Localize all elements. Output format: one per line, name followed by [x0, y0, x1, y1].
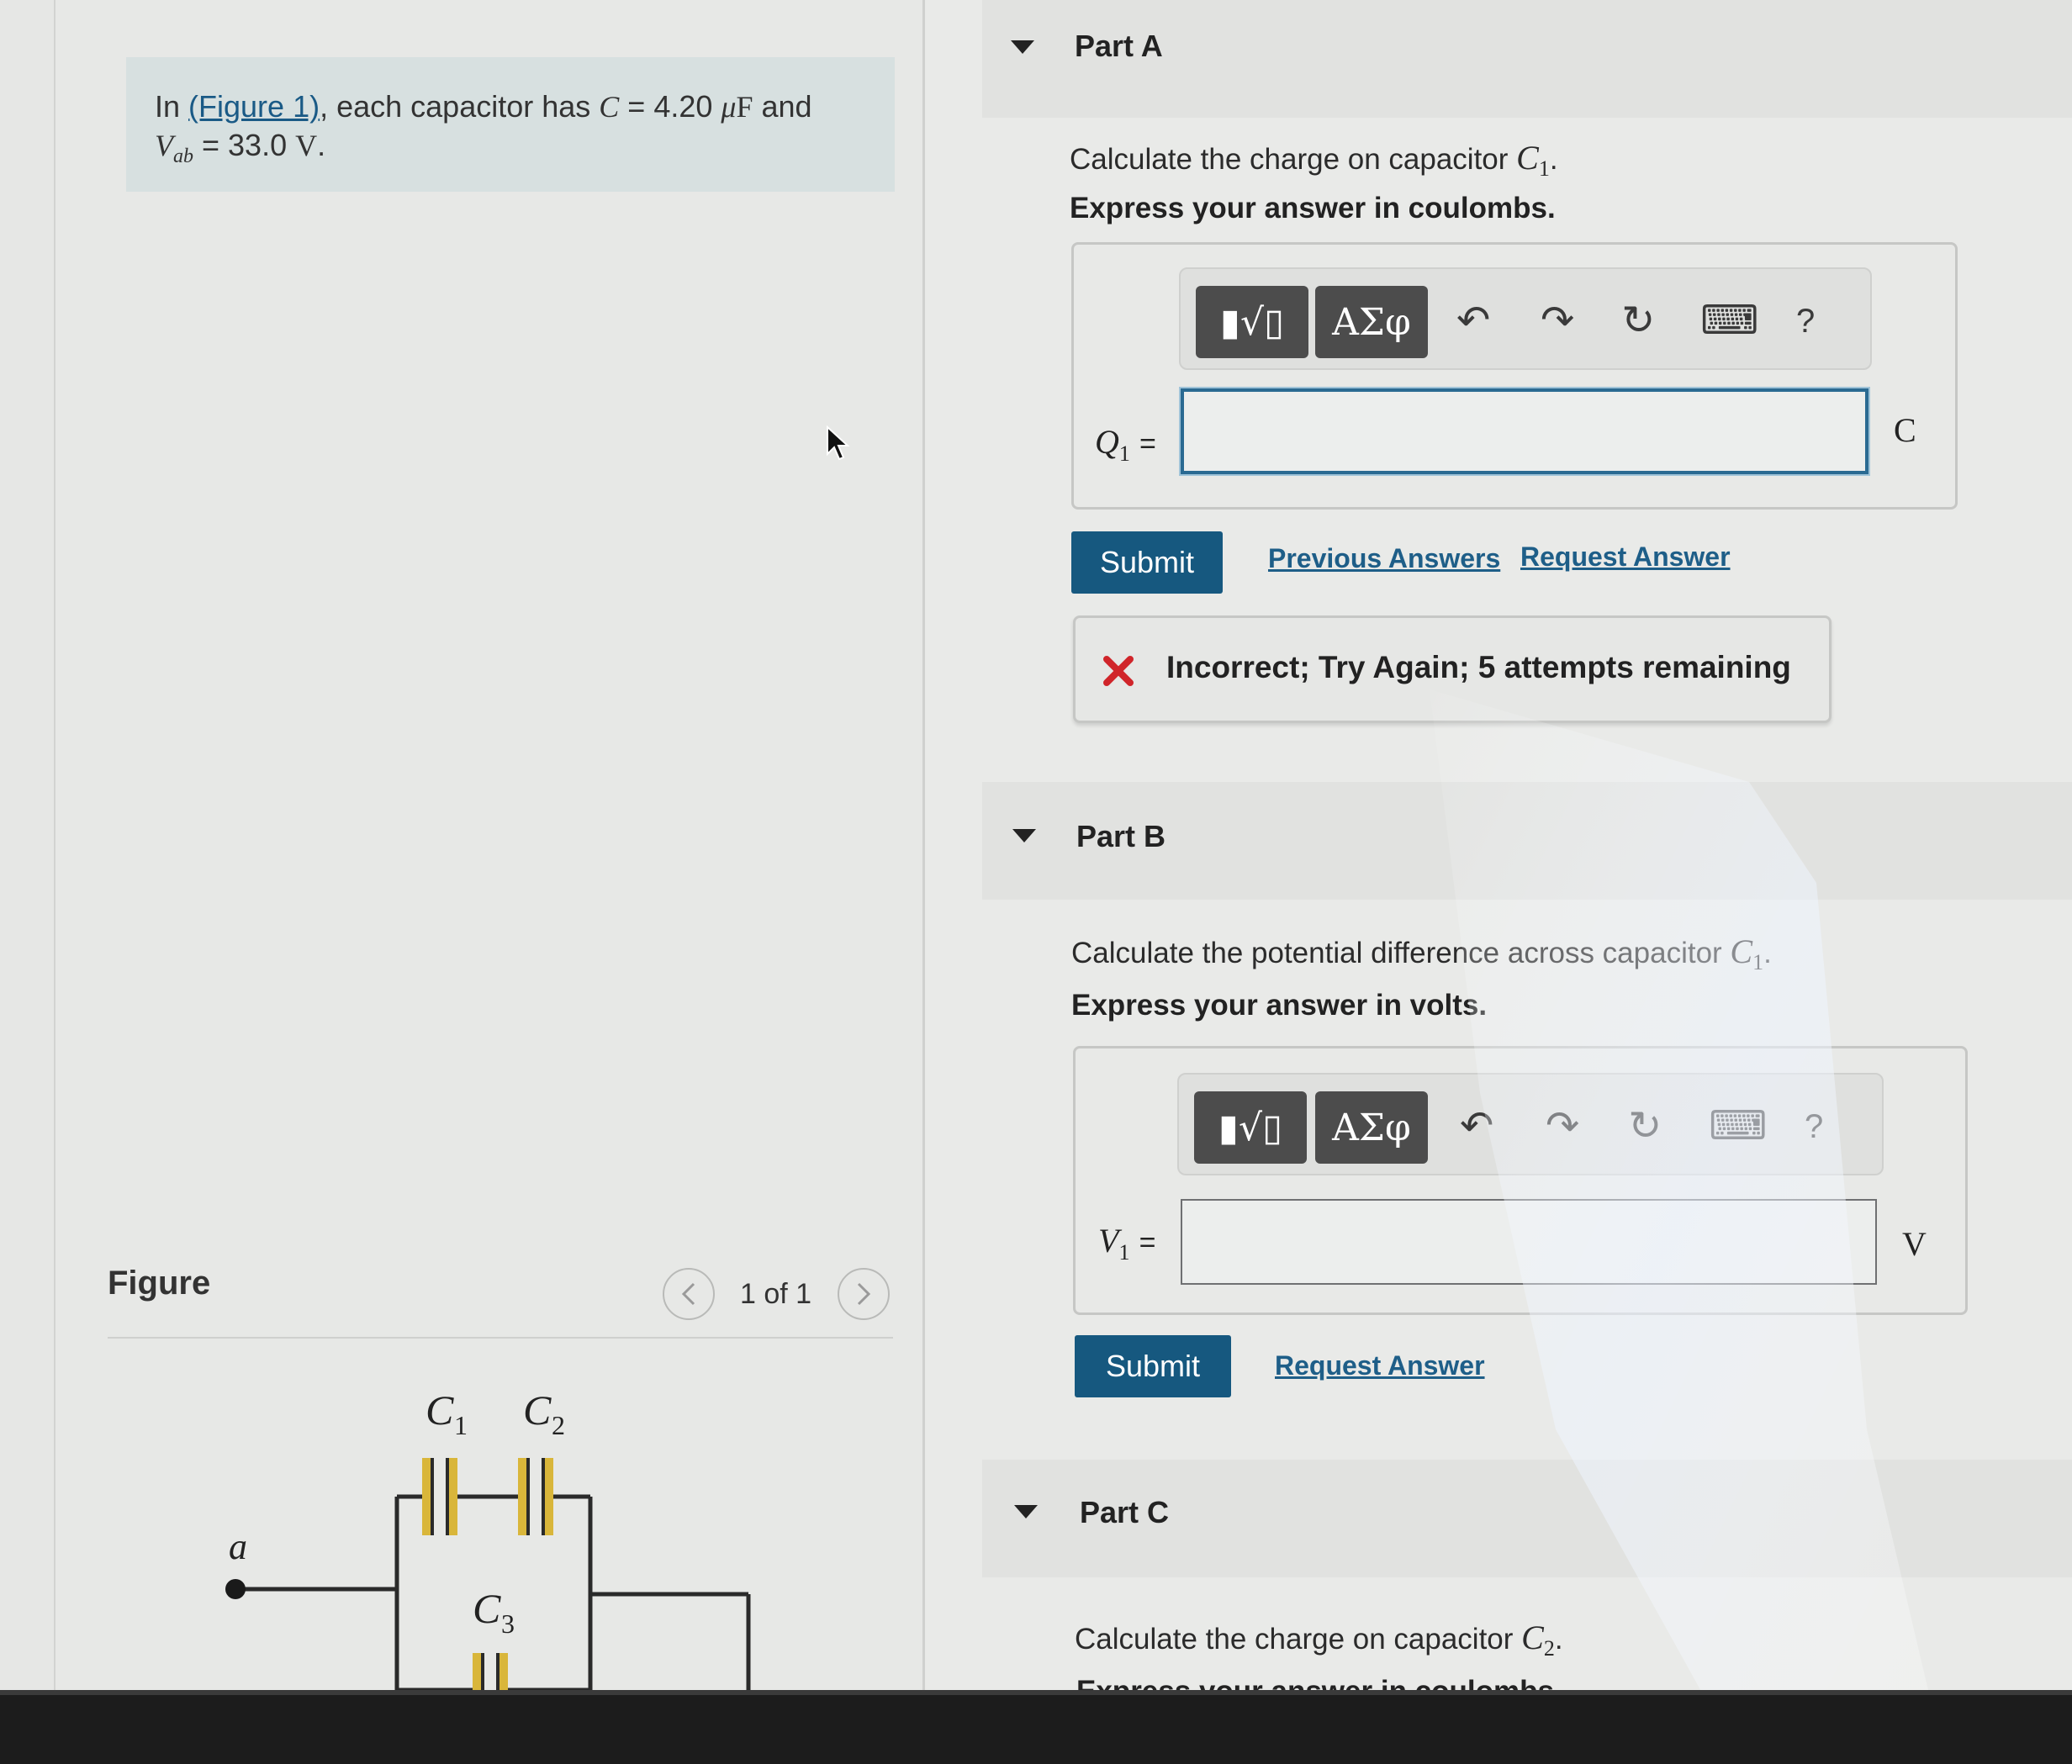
- chevron-right-icon: [857, 1282, 871, 1306]
- caret-down-icon[interactable]: [1011, 40, 1034, 54]
- problem-text: .: [317, 128, 326, 162]
- c3-label: C: [473, 1585, 501, 1632]
- math-value: = 4.20: [619, 89, 722, 124]
- math-sub: 1: [1538, 156, 1550, 181]
- math-var: C: [599, 90, 620, 124]
- reset-icon[interactable]: ↻: [1621, 301, 1655, 341]
- greek-icon: ΑΣφ: [1332, 1106, 1411, 1149]
- math-sub: 1: [1118, 441, 1130, 466]
- template-icon: ▮√▯: [1218, 1106, 1283, 1149]
- c1-label: C: [426, 1386, 454, 1434]
- caret-down-icon[interactable]: [1012, 829, 1036, 842]
- mouse-cursor-icon: [827, 425, 850, 461]
- part-b-request-answer-link[interactable]: Request Answer: [1275, 1350, 1485, 1381]
- math-sub: 1: [1752, 950, 1764, 974]
- figure-title: Figure: [108, 1265, 211, 1302]
- part-a-instruction: Express your answer in coulombs.: [1070, 192, 1556, 224]
- chevron-left-icon: [681, 1282, 695, 1306]
- template-icon: ▮√▯: [1219, 300, 1285, 344]
- template-button[interactable]: ▮√▯: [1194, 1091, 1307, 1164]
- math-var: C: [1516, 139, 1539, 177]
- problem-statement: In (Figure 1), each capacitor has C = 4.…: [126, 57, 895, 192]
- part-b-math-toolbar: ▮√▯ ΑΣφ ↶ ↷ ↻ ⌨ ?: [1177, 1073, 1884, 1175]
- c2-label: C: [523, 1386, 552, 1434]
- part-a-answer-input[interactable]: [1181, 388, 1868, 474]
- part-c-label[interactable]: Part C: [1080, 1495, 1169, 1530]
- undo-icon[interactable]: ↶: [1460, 1106, 1493, 1147]
- node-a-label: a: [229, 1526, 247, 1567]
- figure-divider: [108, 1337, 893, 1339]
- part-b-variable-label: V1 =: [1098, 1221, 1155, 1265]
- c3-sub: 3: [501, 1608, 515, 1639]
- question-text: Calculate the potential difference acros…: [1071, 937, 1731, 969]
- part-b-submit-button[interactable]: Submit: [1075, 1335, 1231, 1397]
- math-var: Q: [1095, 423, 1119, 461]
- greek-symbols-button[interactable]: ΑΣφ: [1315, 1091, 1428, 1164]
- question-text: Calculate the charge on capacitor: [1075, 1623, 1522, 1656]
- math-unit: μ: [721, 90, 737, 124]
- math-sub: 2: [1543, 1636, 1555, 1661]
- part-c-question: Calculate the charge on capacitor C2.: [1075, 1619, 1563, 1661]
- math-unit: F: [736, 90, 753, 124]
- math-value: = 33.0: [193, 128, 296, 162]
- help-icon[interactable]: ?: [1796, 301, 1815, 341]
- part-a-request-answer-link[interactable]: Request Answer: [1520, 541, 1731, 573]
- feedback-text: Incorrect; Try Again; 5 attempts remaini…: [1166, 650, 1791, 684]
- part-b-unit: V: [1902, 1225, 1927, 1263]
- part-b-instruction: Express your answer in volts.: [1071, 989, 1488, 1022]
- part-a-unit: C: [1894, 411, 1916, 449]
- part-b-label[interactable]: Part B: [1076, 819, 1166, 854]
- math-var: V: [155, 129, 173, 162]
- redo-icon[interactable]: ↷: [1541, 301, 1574, 341]
- help-icon[interactable]: ?: [1805, 1106, 1823, 1147]
- problem-text: and: [753, 89, 812, 124]
- part-a-label[interactable]: Part A: [1075, 29, 1163, 64]
- figure-counter: 1 of 1: [740, 1278, 812, 1310]
- figure-next-button[interactable]: [838, 1268, 890, 1320]
- math-sub: 1: [1118, 1240, 1130, 1265]
- screen-bezel: [0, 1695, 2072, 1764]
- previous-answers-link[interactable]: Previous Answers: [1268, 543, 1500, 574]
- reset-icon[interactable]: ↻: [1628, 1106, 1662, 1147]
- part-a-variable-label: Q1 =: [1095, 422, 1156, 467]
- node-a-dot: [225, 1579, 246, 1599]
- figure-link[interactable]: (Figure 1): [188, 89, 320, 124]
- equals-sign: =: [1139, 428, 1156, 460]
- problem-text: In: [155, 89, 189, 124]
- keyboard-icon[interactable]: ⌨: [1700, 301, 1758, 341]
- math-var: C: [1521, 1619, 1544, 1656]
- redo-icon[interactable]: ↷: [1546, 1106, 1579, 1147]
- math-var: C: [1730, 932, 1753, 970]
- part-b-answer-input[interactable]: [1181, 1199, 1877, 1285]
- figure-prev-button[interactable]: [663, 1268, 715, 1320]
- part-a-math-toolbar: ▮√▯ ΑΣφ ↶ ↷ ↻ ⌨ ?: [1179, 267, 1872, 370]
- c2-sub: 2: [552, 1410, 565, 1440]
- undo-icon[interactable]: ↶: [1456, 301, 1490, 341]
- problem-text: , each capacitor has: [320, 89, 600, 124]
- part-b-question: Calculate the potential difference acros…: [1071, 932, 1772, 974]
- math-sub: ab: [173, 145, 193, 168]
- part-a-submit-button[interactable]: Submit: [1071, 531, 1223, 594]
- c1-sub: 1: [454, 1410, 468, 1440]
- greek-symbols-button[interactable]: ΑΣφ: [1315, 286, 1428, 358]
- feedback-message: Incorrect; Try Again; 5 attempts remaini…: [1073, 615, 1832, 723]
- math-unit: V: [295, 129, 318, 162]
- greek-icon: ΑΣφ: [1332, 300, 1411, 344]
- error-x-icon: [1103, 656, 1134, 686]
- template-button[interactable]: ▮√▯: [1196, 286, 1308, 358]
- part-a-question: Calculate the charge on capacitor C1.: [1070, 139, 1558, 181]
- math-var: V: [1098, 1222, 1119, 1260]
- circuit-diagram: a C 1 C 2 C 3: [225, 1386, 751, 1698]
- keyboard-icon[interactable]: ⌨: [1709, 1106, 1767, 1147]
- question-text: Calculate the charge on capacitor: [1070, 143, 1517, 176]
- equals-sign: =: [1139, 1227, 1156, 1259]
- caret-down-icon[interactable]: [1014, 1505, 1038, 1518]
